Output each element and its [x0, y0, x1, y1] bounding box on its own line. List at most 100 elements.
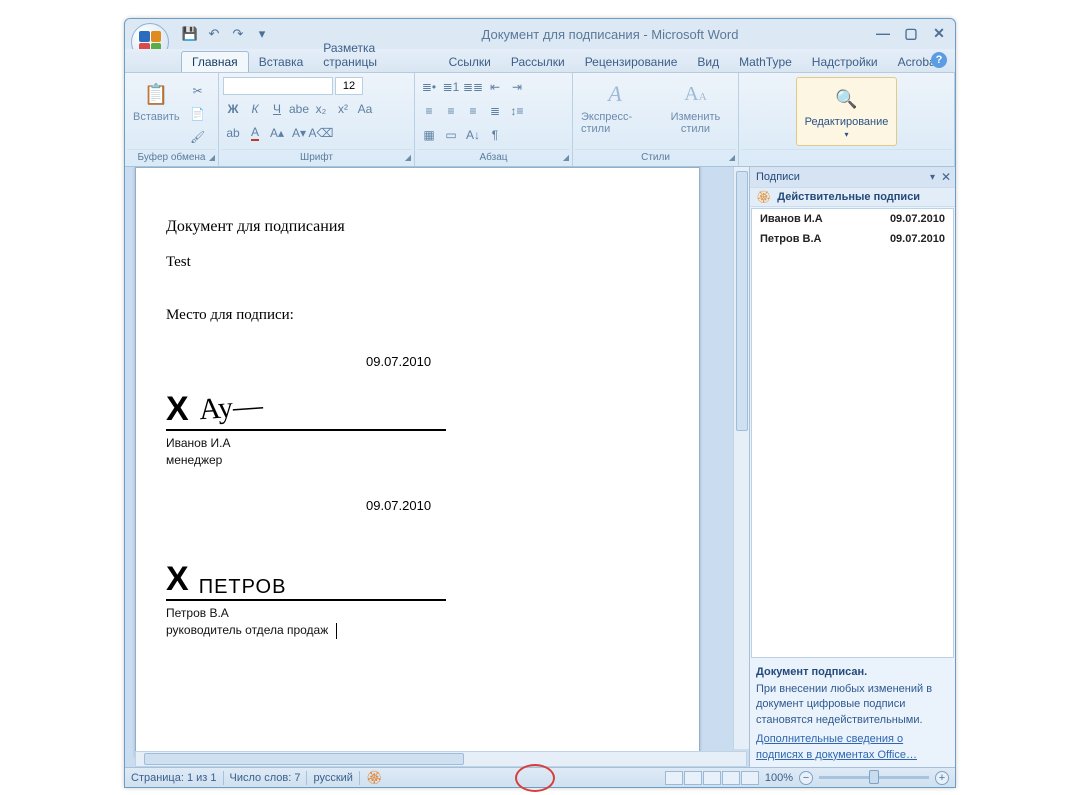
ribbon: 📋 Вставить ✂ 📄 🖌 Буфер обмена◢ Ж — [125, 73, 955, 167]
zoom-level[interactable]: 100% — [765, 772, 793, 784]
taskpane-title: Подписи ▾ ✕ — [750, 167, 955, 187]
view-buttons — [665, 771, 759, 785]
show-marks-icon[interactable]: ¶ — [485, 125, 505, 145]
signature-date: 09.07.2010 — [366, 498, 669, 513]
signer-role: руководитель отдела продаж — [166, 623, 328, 637]
taskpane-close-icon[interactable]: ✕ — [941, 170, 951, 184]
shrink-font-icon[interactable]: A▾ — [289, 123, 309, 143]
increase-indent-icon[interactable]: ⇥ — [507, 77, 527, 97]
tab-mailings[interactable]: Рассылки — [501, 52, 575, 72]
signature-row-name: Петров В.А — [760, 233, 890, 245]
signature-handwriting: Ay— — [198, 389, 264, 427]
redo-icon[interactable]: ↷ — [229, 25, 247, 43]
view-print-layout-icon[interactable] — [665, 771, 683, 785]
close-button[interactable]: ✕ — [931, 25, 947, 41]
font-dialog-launcher-icon[interactable]: ◢ — [405, 153, 411, 162]
signature-row-name: Иванов И.А — [760, 213, 890, 225]
font-size-input[interactable] — [335, 77, 363, 95]
status-bar: Страница: 1 из 1 Число слов: 7 русский 🏵… — [125, 767, 955, 787]
view-web-layout-icon[interactable] — [703, 771, 721, 785]
borders-icon[interactable]: ▭ — [441, 125, 461, 145]
qat-customize-icon[interactable]: ▾ — [253, 25, 271, 43]
status-language[interactable]: русский — [313, 772, 352, 784]
change-styles-button[interactable]: AA Изменить стили — [657, 77, 734, 137]
status-word-count[interactable]: Число слов: 7 — [230, 772, 301, 784]
view-full-screen-icon[interactable] — [684, 771, 702, 785]
change-styles-label: Изменить стили — [661, 111, 730, 135]
vertical-scrollbar[interactable] — [733, 167, 749, 749]
signature-row[interactable]: Петров В.А 09.07.2010 — [752, 229, 953, 249]
signer-name: Петров В.А — [166, 605, 669, 622]
change-case-icon[interactable]: Aa — [355, 99, 375, 119]
view-draft-icon[interactable] — [741, 771, 759, 785]
titlebar: 💾 ↶ ↷ ▾ Документ для подписания - Micros… — [125, 19, 955, 49]
signature-row[interactable]: Иванов И.А 09.07.2010 — [752, 209, 953, 229]
help-icon[interactable]: ? — [931, 52, 947, 68]
grow-font-icon[interactable]: A▴ — [267, 123, 287, 143]
tab-insert[interactable]: Вставка — [249, 52, 314, 72]
multilevel-list-icon[interactable]: ≣≣ — [463, 77, 483, 97]
document-viewport[interactable]: Документ для подписания Test Место для п… — [125, 167, 749, 767]
bold-icon[interactable]: Ж — [223, 99, 243, 119]
save-icon[interactable]: 💾 — [181, 25, 199, 43]
justify-icon[interactable]: ≣ — [485, 101, 505, 121]
zoom-slider[interactable] — [819, 773, 929, 783]
styles-group-label: Стили — [641, 152, 670, 163]
maximize-button[interactable]: ▢ — [903, 25, 919, 41]
copy-icon[interactable]: 📄 — [188, 104, 208, 124]
tab-references[interactable]: Ссылки — [439, 52, 501, 72]
superscript-icon[interactable]: x² — [333, 99, 353, 119]
signature-date: 09.07.2010 — [366, 354, 669, 369]
taskpane-menu-icon[interactable]: ▾ — [930, 172, 935, 183]
align-center-icon[interactable]: ≡ — [441, 101, 461, 121]
tab-review[interactable]: Рецензирование — [575, 52, 688, 72]
quick-styles-button[interactable]: A Экспресс-стили — [577, 77, 653, 137]
format-painter-icon[interactable]: 🖌 — [188, 127, 208, 147]
number-list-icon[interactable]: ≣1 — [441, 77, 461, 97]
font-color-icon[interactable]: A — [245, 123, 265, 143]
styles-dialog-launcher-icon[interactable]: ◢ — [729, 153, 735, 162]
decrease-indent-icon[interactable]: ⇤ — [485, 77, 505, 97]
app-window: 💾 ↶ ↷ ▾ Документ для подписания - Micros… — [124, 18, 956, 788]
bullet-list-icon[interactable]: ≣• — [419, 77, 439, 97]
zoom-in-icon[interactable]: + — [935, 771, 949, 785]
undo-icon[interactable]: ↶ — [205, 25, 223, 43]
align-right-icon[interactable]: ≡ — [463, 101, 483, 121]
highlight-icon[interactable]: ab — [223, 123, 243, 143]
horizontal-scrollbar[interactable] — [135, 751, 747, 767]
align-left-icon[interactable]: ≡ — [419, 101, 439, 121]
clipboard-dialog-launcher-icon[interactable]: ◢ — [209, 153, 215, 162]
tab-view[interactable]: Вид — [687, 52, 729, 72]
clipboard-group-label: Буфер обмена — [138, 152, 206, 163]
view-outline-icon[interactable] — [722, 771, 740, 785]
shading-icon[interactable]: ▦ — [419, 125, 439, 145]
signatures-list: Иванов И.А 09.07.2010 Петров В.А 09.07.2… — [751, 208, 954, 658]
tab-page-layout[interactable]: Разметка страницы — [313, 38, 438, 72]
zoom-out-icon[interactable]: − — [799, 771, 813, 785]
signatures-more-info-link[interactable]: Дополнительные сведения о подписях в док… — [756, 732, 949, 763]
italic-icon[interactable]: К — [245, 99, 265, 119]
clear-formatting-icon[interactable]: A⌫ — [311, 123, 331, 143]
minimize-button[interactable]: — — [875, 25, 891, 41]
signature-seal-icon[interactable]: 🏵 — [366, 770, 383, 786]
signature-line[interactable]: X ПЕТРОВ — [166, 553, 446, 601]
tab-addins[interactable]: Надстройки — [802, 52, 888, 72]
editing-dropdown[interactable]: 🔍 Редактирование ▾ — [796, 77, 898, 146]
taskpane-footer: Документ подписан. При внесении любых из… — [750, 659, 955, 767]
sort-icon[interactable]: A↓ — [463, 125, 483, 145]
editing-label: Редактирование — [805, 116, 889, 128]
cut-icon[interactable]: ✂ — [188, 81, 208, 101]
strikethrough-icon[interactable]: abe — [289, 99, 309, 119]
paste-button[interactable]: 📋 Вставить — [129, 77, 184, 125]
tab-home[interactable]: Главная — [181, 51, 249, 72]
signature-line[interactable]: X Ay— — [166, 383, 446, 431]
subscript-icon[interactable]: x₂ — [311, 99, 331, 119]
document-page[interactable]: Документ для подписания Test Место для п… — [135, 167, 700, 757]
underline-icon[interactable]: Ч — [267, 99, 287, 119]
seal-icon: 🏵 — [756, 190, 771, 204]
paragraph-dialog-launcher-icon[interactable]: ◢ — [563, 153, 569, 162]
tab-mathtype[interactable]: MathType — [729, 52, 802, 72]
status-page[interactable]: Страница: 1 из 1 — [131, 772, 217, 784]
line-spacing-icon[interactable]: ↕≡ — [507, 101, 527, 121]
font-name-input[interactable] — [223, 77, 333, 95]
